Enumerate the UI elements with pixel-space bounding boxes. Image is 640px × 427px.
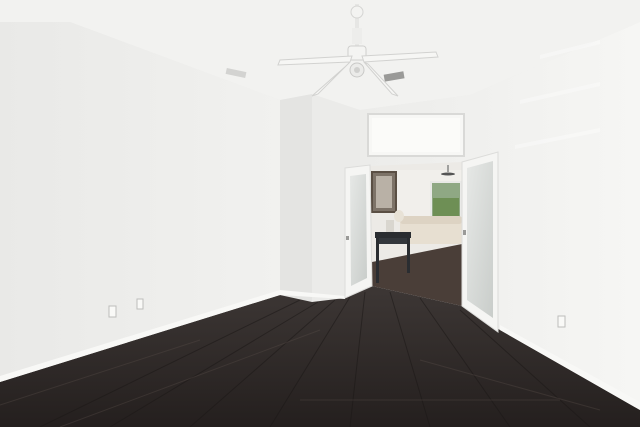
room-illustration	[0, 0, 640, 427]
wall-outlet-2	[136, 298, 144, 310]
console-table	[375, 232, 411, 238]
wall-outlet	[108, 305, 117, 318]
wall-outlet-3	[557, 315, 566, 328]
room-photo	[0, 0, 640, 427]
center-wall	[280, 94, 312, 302]
